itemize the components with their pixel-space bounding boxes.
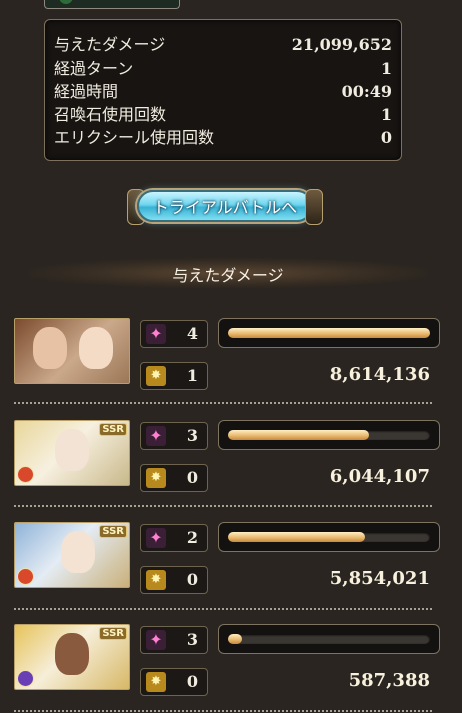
portrait-face — [55, 429, 89, 471]
crit-count: 4 — [186, 324, 198, 343]
fire-element-icon — [17, 466, 34, 483]
damage-bar — [218, 624, 440, 654]
dotted-divider — [14, 608, 432, 610]
stat-value: 21,099,652 — [291, 35, 392, 54]
stat-value: 00:49 — [341, 82, 392, 101]
top-tab — [44, 0, 180, 9]
ougi-count: 0 — [186, 672, 198, 691]
character-entry-3: SSR ✦ 2 ✸ 0 5,854,021 — [14, 522, 446, 594]
damage-bar-fill — [228, 328, 430, 338]
ougi-count: 0 — [186, 570, 198, 589]
pink-sparkle-icon: ✦ — [146, 528, 166, 548]
dotted-divider — [14, 402, 432, 404]
stat-value: 1 — [380, 105, 392, 124]
damage-bar — [218, 318, 440, 348]
pink-sparkle-icon: ✦ — [146, 426, 166, 446]
ougi-burst-icon: ✸ — [146, 570, 166, 590]
damage-value: 8,614,136 — [329, 364, 430, 385]
damage-value: 5,854,021 — [329, 568, 430, 589]
damage-section-header: 与えたダメージ — [28, 258, 428, 288]
damage-bar-fill — [228, 430, 370, 440]
battle-stats-panel: 与えたダメージ 21,099,652 経過ターン 1 経過時間 00:49 召喚… — [44, 19, 402, 161]
stat-value: 1 — [380, 59, 392, 78]
trial-battle-label: トライアルバトルへ — [152, 198, 298, 217]
character-portrait[interactable]: SSR — [14, 624, 130, 690]
ougi-chip: ✸ 0 — [140, 566, 208, 594]
ougi-burst-icon: ✸ — [146, 468, 166, 488]
trial-battle-button[interactable]: トライアルバトルへ — [127, 185, 323, 227]
portrait-face — [33, 327, 67, 369]
stat-label: 召喚石使用回数 — [54, 105, 167, 124]
stat-row-damage: 与えたダメージ 21,099,652 — [54, 33, 392, 57]
rarity-badge: SSR — [99, 525, 127, 538]
crit-count: 2 — [186, 528, 198, 547]
stat-label: 経過ターン — [54, 59, 134, 78]
dotted-divider — [14, 710, 432, 712]
crit-count: 3 — [186, 426, 198, 445]
stat-row-elixir: エリクシール使用回数 0 — [54, 126, 392, 150]
pink-sparkle-icon: ✦ — [146, 324, 166, 344]
character-entry-4: SSR ✦ 3 ✸ 0 587,388 — [14, 624, 446, 696]
portrait-face — [79, 327, 113, 369]
damage-bar — [218, 522, 440, 552]
portrait-face — [61, 531, 95, 573]
rarity-badge: SSR — [99, 423, 127, 436]
stat-row-time: 経過時間 00:49 — [54, 80, 392, 104]
character-entry-2: SSR ✦ 3 ✸ 0 6,044,107 — [14, 420, 446, 492]
stat-label: 経過時間 — [54, 82, 119, 101]
stat-label: 与えたダメージ — [54, 35, 166, 54]
rarity-badge: SSR — [99, 627, 127, 640]
stat-row-summon: 召喚石使用回数 1 — [54, 103, 392, 127]
damage-value: 6,044,107 — [329, 466, 430, 487]
character-entry-1: ✦ 4 ✸ 1 8,614,136 — [14, 318, 446, 390]
crit-count: 3 — [186, 630, 198, 649]
stat-value: 0 — [380, 128, 392, 147]
stat-row-turns: 経過ターン 1 — [54, 57, 392, 81]
damage-value: 587,388 — [348, 670, 430, 691]
dark-element-icon — [17, 670, 34, 687]
pink-sparkle-icon: ✦ — [146, 630, 166, 650]
ougi-count: 0 — [186, 468, 198, 487]
crit-chip: ✦ 2 — [140, 524, 208, 552]
section-title: 与えたダメージ — [172, 266, 284, 285]
ougi-burst-icon: ✸ — [146, 672, 166, 692]
character-portrait[interactable] — [14, 318, 130, 384]
damage-bar-fill — [228, 634, 243, 644]
crit-chip: ✦ 4 — [140, 320, 208, 348]
character-portrait[interactable]: SSR — [14, 522, 130, 588]
damage-bar — [218, 420, 440, 450]
portrait-face — [55, 633, 89, 675]
crit-chip: ✦ 3 — [140, 626, 208, 654]
character-portrait[interactable]: SSR — [14, 420, 130, 486]
ougi-count: 1 — [186, 366, 198, 385]
crit-chip: ✦ 3 — [140, 422, 208, 450]
ougi-chip: ✸ 1 — [140, 362, 208, 390]
ougi-burst-icon: ✸ — [146, 366, 166, 386]
damage-bar-fill — [228, 532, 366, 542]
fire-element-icon — [17, 568, 34, 585]
gem-icon — [59, 0, 73, 4]
ougi-chip: ✸ 0 — [140, 464, 208, 492]
dotted-divider — [14, 505, 432, 507]
stat-label: エリクシール使用回数 — [54, 128, 215, 147]
ougi-chip: ✸ 0 — [140, 668, 208, 696]
